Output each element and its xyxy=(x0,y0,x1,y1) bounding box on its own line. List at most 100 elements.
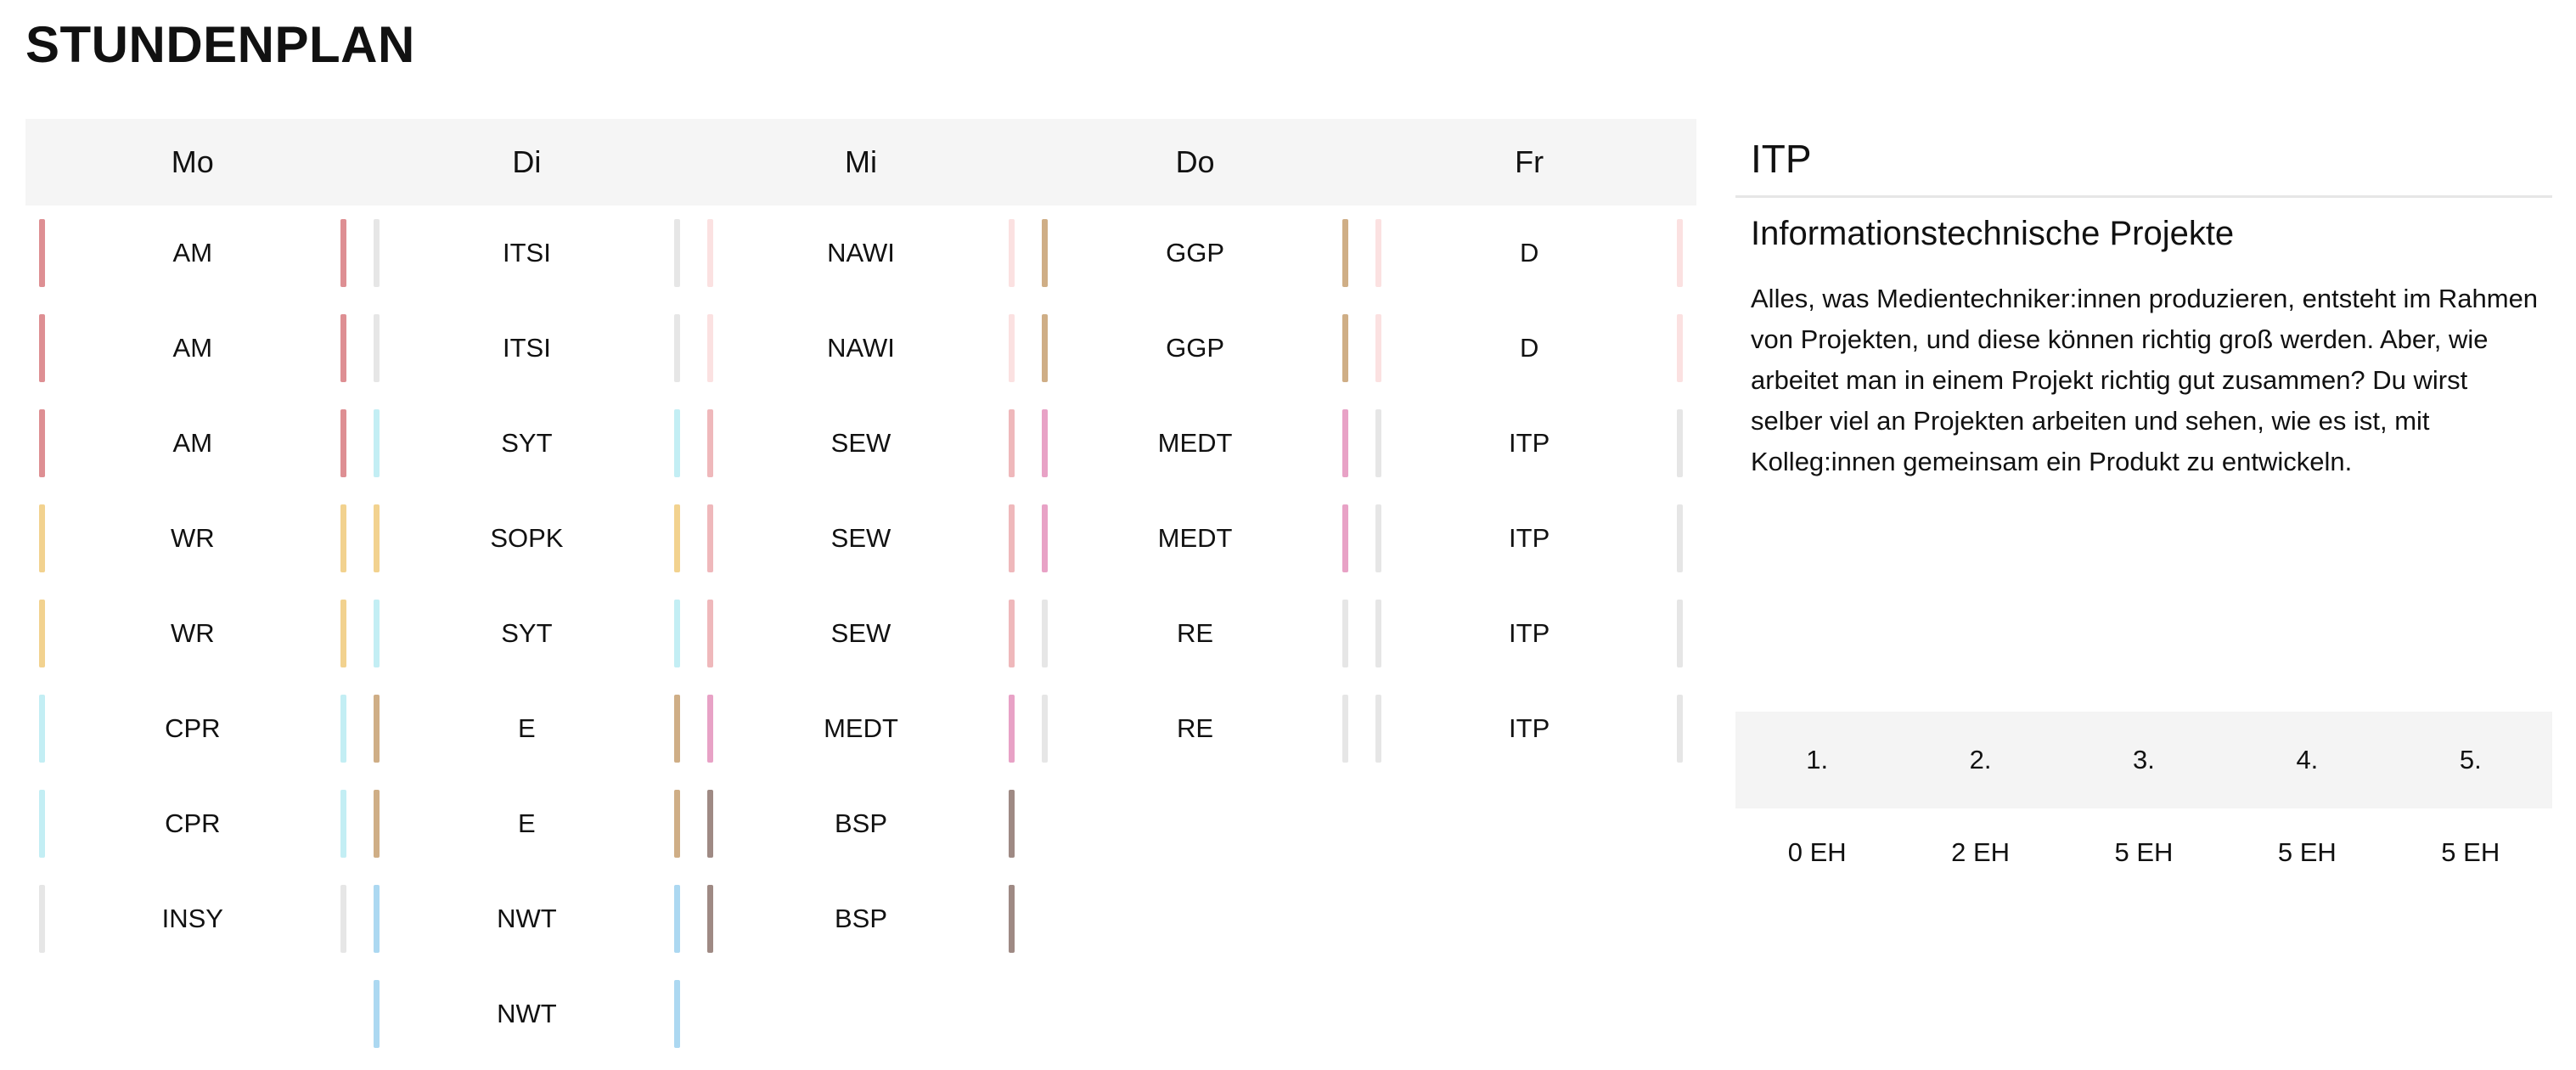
lesson-cell[interactable]: ITSI xyxy=(360,301,695,396)
lesson-cell[interactable]: SEW xyxy=(694,491,1028,586)
subject-color-bar xyxy=(674,790,681,858)
subject-color-bar xyxy=(39,695,45,763)
subject-color-bar xyxy=(373,504,380,572)
lesson-cell[interactable]: ITP xyxy=(1362,681,1696,776)
lesson-label: NWT xyxy=(497,904,557,933)
lesson-label: SEW xyxy=(830,523,891,553)
hours-per-year-table: 1. 2. 3. 4. 5. 0 EH 2 EH 5 EH 5 EH 5 EH xyxy=(1735,712,2552,897)
lesson-label: SOPK xyxy=(490,523,564,553)
subject-color-bar xyxy=(674,695,681,763)
subject-color-bar xyxy=(707,219,714,287)
subject-detail-panel: ITP Informationstechnische Projekte Alle… xyxy=(1735,119,2552,482)
subject-color-bar xyxy=(707,504,714,572)
day-header-mo: Mo xyxy=(171,144,214,179)
lesson-label: NWT xyxy=(497,999,557,1028)
subject-color-bar xyxy=(340,504,346,572)
lesson-cell[interactable]: SEW xyxy=(694,586,1028,681)
lesson-cell[interactable]: ITSI xyxy=(360,206,695,301)
subject-color-bar xyxy=(1041,219,1048,287)
lesson-cell[interactable]: RE xyxy=(1028,681,1363,776)
lesson-cell[interactable]: CPR xyxy=(25,681,360,776)
subject-color-bar xyxy=(39,504,45,572)
lesson-cell[interactable]: NWT xyxy=(360,871,695,966)
subject-color-bar xyxy=(39,600,45,667)
lesson-cell[interactable]: ITP xyxy=(1362,396,1696,491)
lesson-label: ITP xyxy=(1509,618,1550,648)
lesson-cell[interactable]: INSY xyxy=(25,871,360,966)
subject-color-bar xyxy=(1342,695,1349,763)
subject-color-bar xyxy=(674,980,681,1048)
year-label: 5. xyxy=(2459,745,2482,774)
lesson-cell[interactable]: ITP xyxy=(1362,586,1696,681)
subject-color-bar xyxy=(1041,695,1048,763)
lesson-cell[interactable]: AM xyxy=(25,301,360,396)
lesson-label: WR xyxy=(170,523,215,553)
lesson-cell[interactable]: NAWI xyxy=(694,301,1028,396)
subject-color-bar xyxy=(373,314,380,382)
lesson-cell[interactable]: SYT xyxy=(360,396,695,491)
subject-color-bar xyxy=(707,314,714,382)
subject-color-bar xyxy=(674,314,681,382)
subject-color-bar xyxy=(1342,409,1349,477)
lesson-cell[interactable]: RE xyxy=(1028,586,1363,681)
lesson-label: BSP xyxy=(834,808,887,838)
lesson-cell[interactable]: E xyxy=(360,776,695,871)
subject-color-bar xyxy=(1342,314,1349,382)
lesson-cell[interactable]: NWT xyxy=(360,966,695,1062)
subject-color-bar xyxy=(1375,695,1382,763)
lesson-label: SYT xyxy=(501,428,553,458)
hours-value: 5 EH xyxy=(2441,837,2500,867)
lesson-label: BSP xyxy=(834,904,887,933)
page-title: STUNDENPLAN xyxy=(25,16,415,73)
subject-color-bar xyxy=(39,409,45,477)
subject-color-bar xyxy=(707,600,714,667)
lesson-cell[interactable]: BSP xyxy=(694,776,1028,871)
lesson-cell[interactable]: CPR xyxy=(25,776,360,871)
lesson-cell[interactable]: AM xyxy=(25,396,360,491)
lesson-cell[interactable]: WR xyxy=(25,586,360,681)
lesson-label: ITP xyxy=(1509,523,1550,553)
hours-value: 2 EH xyxy=(1951,837,2011,867)
lesson-cell[interactable]: WR xyxy=(25,491,360,586)
subject-color-bar xyxy=(1676,409,1683,477)
lesson-label: ITP xyxy=(1509,713,1550,743)
subject-color-bar xyxy=(373,980,380,1048)
lesson-cell[interactable]: BSP xyxy=(694,871,1028,966)
subject-description: Alles, was Medientechniker:innen produzi… xyxy=(1751,284,2539,476)
subject-color-bar xyxy=(1041,600,1048,667)
hours-value: 5 EH xyxy=(2114,837,2174,867)
lesson-cell[interactable]: D xyxy=(1362,206,1696,301)
lesson-label: ITP xyxy=(1509,428,1550,458)
subject-color-bar xyxy=(373,219,380,287)
subject-color-bar xyxy=(39,885,45,953)
subject-color-bar xyxy=(373,600,380,667)
subject-color-bar xyxy=(707,695,714,763)
subject-color-bar xyxy=(39,314,45,382)
lesson-cell[interactable]: NAWI xyxy=(694,206,1028,301)
lesson-cell[interactable]: GGP xyxy=(1028,206,1363,301)
lesson-cell[interactable]: SOPK xyxy=(360,491,695,586)
lesson-cell[interactable]: ITP xyxy=(1362,491,1696,586)
lesson-label: WR xyxy=(170,618,215,648)
subject-color-bar xyxy=(340,790,346,858)
subject-color-bar xyxy=(39,219,45,287)
lesson-cell[interactable]: GGP xyxy=(1028,301,1363,396)
lesson-cell[interactable]: SYT xyxy=(360,586,695,681)
lesson-label: SEW xyxy=(830,428,891,458)
lesson-cell[interactable]: MEDT xyxy=(1028,491,1363,586)
lesson-cell[interactable]: D xyxy=(1362,301,1696,396)
lesson-cell[interactable]: MEDT xyxy=(694,681,1028,776)
lesson-cell[interactable]: SEW xyxy=(694,396,1028,491)
timetable-columns: AM AM AM WR WR CPR CPR INSY ITSI ITSI SYT SOPK SYT E E… xyxy=(25,206,1696,1062)
subject-color-bar xyxy=(1008,600,1015,667)
subject-color-bar xyxy=(1676,600,1683,667)
day-column-mi: NAWI NAWI SEW SEW SEW MEDT BSP BSP xyxy=(694,206,1028,1062)
lesson-label: D xyxy=(1519,238,1539,268)
subject-color-bar xyxy=(373,790,380,858)
lesson-cell[interactable]: E xyxy=(360,681,695,776)
lesson-cell[interactable]: AM xyxy=(25,206,360,301)
subject-code: ITP xyxy=(1735,119,2552,198)
lesson-label: D xyxy=(1519,333,1539,363)
lesson-cell[interactable]: MEDT xyxy=(1028,396,1363,491)
lesson-label: MEDT xyxy=(1157,523,1233,553)
